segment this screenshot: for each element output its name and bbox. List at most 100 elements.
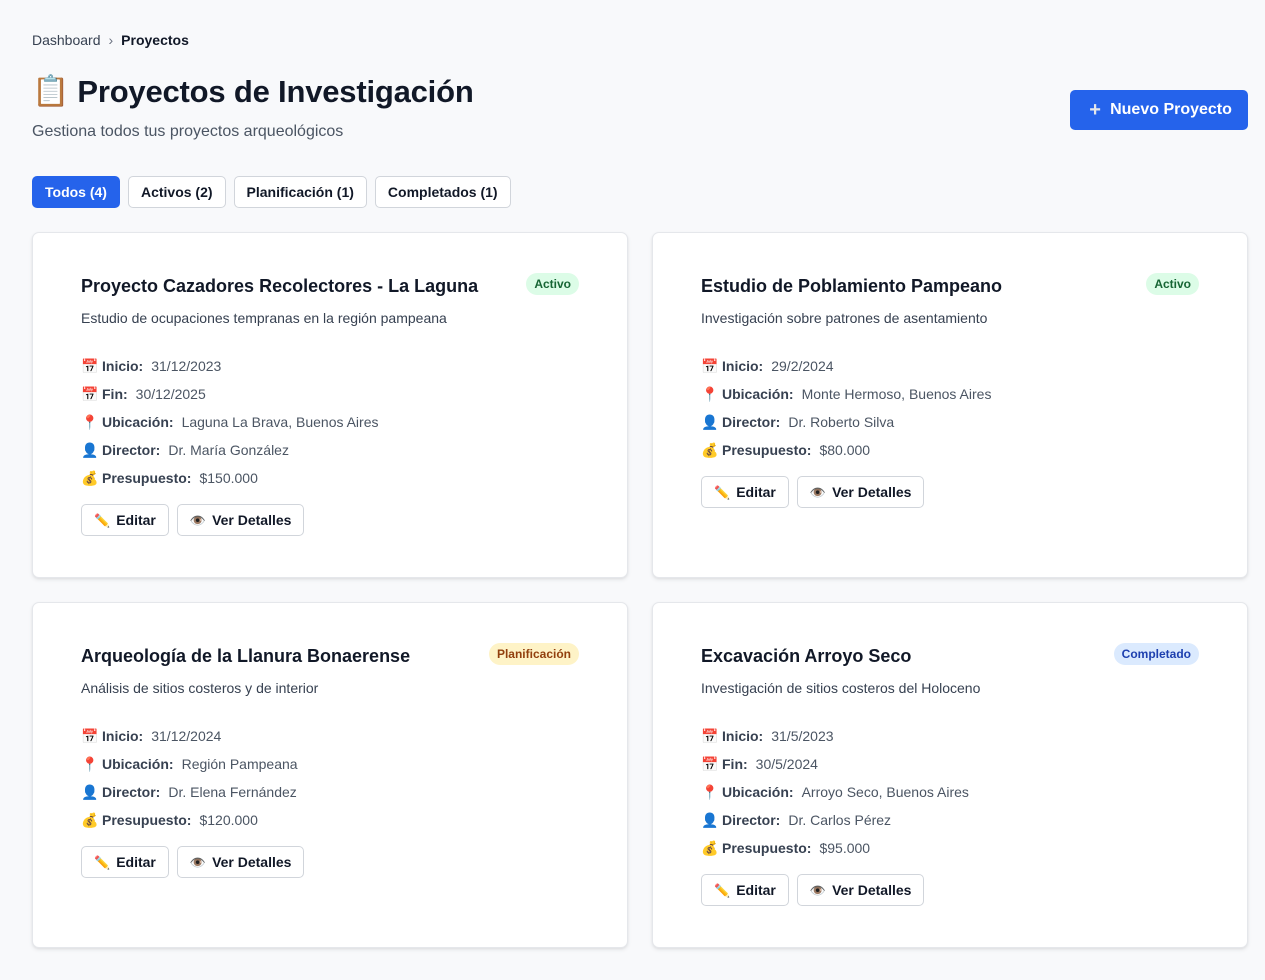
project-actions: ✏️ Editar 👁️ Ver Detalles — [701, 874, 1199, 906]
calendar-icon: 📅 — [81, 358, 99, 374]
status-badge: Completado — [1113, 643, 1199, 665]
detail-label: Director: — [722, 414, 781, 430]
detail-director: 👤 Director: Dr. María González — [81, 440, 579, 460]
view-details-button[interactable]: 👁️ Ver Detalles — [796, 874, 925, 906]
project-details: 📅 Inicio: 31/12/2023 📅 Fin: 30/12/2025 📍 Ubicac… — [81, 356, 579, 488]
project-card: Estudio de Poblamiento Pampeano Activo I… — [652, 232, 1248, 578]
money-bag-icon: 💰 — [81, 812, 99, 828]
detail-value: Dr. Elena Fernández — [168, 784, 297, 800]
edit-label: Editar — [116, 854, 156, 870]
page-subtitle: Gestiona todos tus proyectos arqueológic… — [32, 123, 344, 140]
detail-ubicacion: 📍 Ubicación: Región Pampeana — [81, 754, 579, 774]
project-actions: ✏️ Editar 👁️ Ver Detalles — [701, 476, 1199, 508]
breadcrumb-current: Proyectos — [121, 32, 189, 48]
project-actions: ✏️ Editar 👁️ Ver Detalles — [81, 504, 579, 536]
detail-label: Fin: — [102, 386, 128, 402]
edit-button[interactable]: ✏️ Editar — [81, 846, 169, 878]
view-details-button[interactable]: 👁️ Ver Detalles — [796, 476, 925, 508]
filter-completed[interactable]: Completados (1) — [374, 176, 511, 208]
detail-label: Ubicación: — [722, 386, 794, 402]
calendar-icon: 📅 — [701, 728, 719, 744]
edit-label: Editar — [736, 484, 776, 500]
view-details-button[interactable]: 👁️ Ver Detalles — [176, 504, 305, 536]
view-details-label: Ver Detalles — [212, 512, 292, 528]
edit-label: Editar — [116, 512, 156, 528]
clipboard-icon: 📋 — [32, 75, 70, 108]
detail-value: 31/5/2023 — [771, 728, 834, 744]
project-title: Proyecto Cazadores Recolectores - La Lag… — [81, 276, 479, 296]
filter-active[interactable]: Activos (2) — [127, 176, 226, 208]
project-description: Investigación sobre patrones de asentami… — [701, 310, 988, 326]
eye-icon: 👁️ — [189, 512, 207, 528]
eye-icon: 👁️ — [189, 854, 207, 870]
detail-label: Ubicación: — [102, 414, 174, 430]
detail-presupuesto: 💰 Presupuesto: $95.000 — [701, 838, 1199, 858]
detail-value: 31/12/2024 — [151, 728, 222, 744]
filter-planning[interactable]: Planificación (1) — [233, 176, 367, 208]
new-project-button[interactable]: + Nuevo Proyecto — [1070, 90, 1248, 130]
pencil-icon: ✏️ — [714, 882, 731, 898]
detail-director: 👤 Director: Dr. Roberto Silva — [701, 412, 1199, 432]
eye-icon: 👁️ — [809, 882, 827, 898]
pencil-icon: ✏️ — [94, 512, 111, 528]
project-title: Estudio de Poblamiento Pampeano — [701, 276, 1003, 296]
project-description: Investigación de sitios costeros del Hol… — [701, 680, 981, 696]
status-badge: Activo — [526, 273, 579, 295]
person-icon: 👤 — [81, 442, 99, 458]
view-details-label: Ver Detalles — [832, 882, 912, 898]
person-icon: 👤 — [701, 414, 719, 430]
detail-ubicacion: 📍 Ubicación: Monte Hermoso, Buenos Aires — [701, 384, 1199, 404]
detail-presupuesto: 💰 Presupuesto: $150.000 — [81, 468, 579, 488]
edit-button[interactable]: ✏️ Editar — [81, 504, 169, 536]
view-details-label: Ver Detalles — [832, 484, 912, 500]
detail-label: Ubicación: — [102, 756, 174, 772]
pencil-icon: ✏️ — [94, 854, 111, 870]
detail-label: Director: — [102, 784, 161, 800]
breadcrumb-dashboard-link[interactable]: Dashboard — [32, 32, 101, 48]
project-card: Excavación Arroyo Seco Completado Invest… — [652, 602, 1248, 948]
detail-value: $120.000 — [199, 812, 258, 828]
view-details-label: Ver Detalles — [212, 854, 292, 870]
detail-value: $80.000 — [819, 442, 871, 458]
detail-label: Ubicación: — [722, 784, 794, 800]
filter-all[interactable]: Todos (4) — [32, 176, 120, 208]
detail-value: Laguna La Brava, Buenos Aires — [181, 414, 379, 430]
detail-value: Dr. María González — [168, 442, 289, 458]
calendar-icon: 📅 — [81, 386, 99, 402]
location-pin-icon: 📍 — [701, 386, 719, 402]
new-project-label: Nuevo Proyecto — [1110, 101, 1232, 118]
detail-ubicacion: 📍 Ubicación: Laguna La Brava, Buenos Aires — [81, 412, 579, 432]
detail-label: Inicio: — [722, 728, 764, 744]
breadcrumb: Dashboard › Proyectos — [32, 32, 189, 48]
detail-inicio: 📅 Inicio: 29/2/2024 — [701, 356, 1199, 376]
plus-icon: + — [1089, 99, 1101, 121]
detail-fin: 📅 Fin: 30/5/2024 — [701, 754, 1199, 774]
project-details: 📅 Inicio: 31/12/2024 📍 Ubicación: Región Pamp… — [81, 726, 579, 830]
status-badge: Activo — [1146, 273, 1199, 295]
detail-fin: 📅 Fin: 30/12/2025 — [81, 384, 579, 404]
breadcrumb-separator: › — [108, 32, 114, 48]
project-details: 📅 Inicio: 29/2/2024 📍 Ubicación: Monte Hermos… — [701, 356, 1199, 460]
detail-value: Monte Hermoso, Buenos Aires — [801, 386, 992, 402]
detail-label: Director: — [722, 812, 781, 828]
detail-label: Inicio: — [722, 358, 764, 374]
detail-label: Presupuesto: — [722, 840, 812, 856]
page-header: 📋 Proyectos de Investigación — [32, 74, 474, 110]
view-details-button[interactable]: 👁️ Ver Detalles — [176, 846, 305, 878]
detail-label: Fin: — [722, 756, 748, 772]
detail-label: Presupuesto: — [722, 442, 812, 458]
edit-button[interactable]: ✏️ Editar — [701, 476, 789, 508]
person-icon: 👤 — [81, 784, 99, 800]
money-bag-icon: 💰 — [701, 840, 719, 856]
project-description: Estudio de ocupaciones tempranas en la r… — [81, 310, 447, 326]
status-filter-tabs: Todos (4) Activos (2) Planificación (1) … — [32, 176, 511, 208]
money-bag-icon: 💰 — [81, 470, 99, 486]
detail-value: 31/12/2023 — [151, 358, 222, 374]
calendar-icon: 📅 — [701, 358, 719, 374]
detail-ubicacion: 📍 Ubicación: Arroyo Seco, Buenos Aires — [701, 782, 1199, 802]
detail-value: 30/5/2024 — [755, 756, 818, 772]
detail-value: Arroyo Seco, Buenos Aires — [801, 784, 969, 800]
detail-value: Dr. Carlos Pérez — [788, 812, 892, 828]
money-bag-icon: 💰 — [701, 442, 719, 458]
edit-button[interactable]: ✏️ Editar — [701, 874, 789, 906]
